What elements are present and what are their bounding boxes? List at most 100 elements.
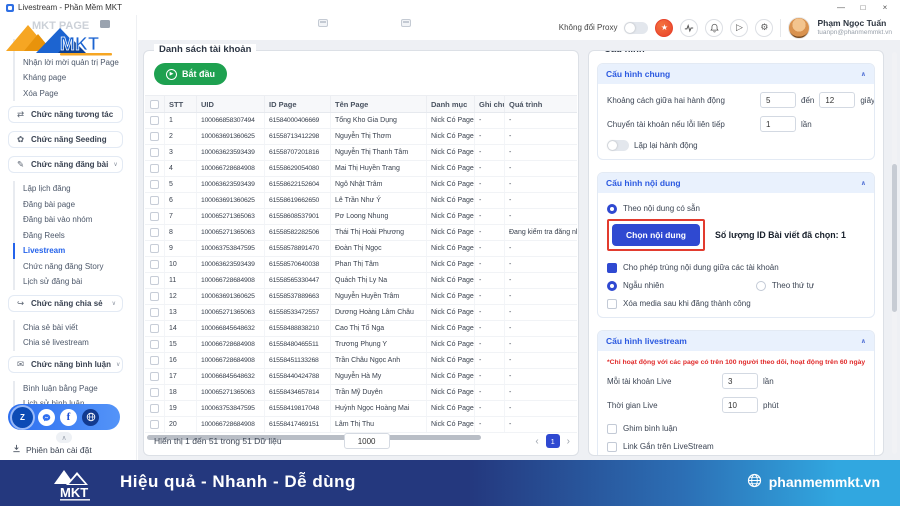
sidebar-item[interactable]: ⇄ Chức năng tương tác: [8, 106, 123, 123]
version-settings[interactable]: Phiên bản cài đặt: [12, 444, 92, 455]
sidebar-item[interactable]: Bình luận bằng Page: [0, 380, 131, 396]
cell-stt: 6: [165, 193, 197, 208]
mini-window-icon[interactable]: [318, 19, 328, 27]
cell-danh-muc: Nick Có Page: [427, 257, 475, 272]
gap-to-input[interactable]: 12: [819, 92, 856, 108]
cell-qua-trinh: -: [505, 353, 577, 368]
delete-media-checkbox[interactable]: [607, 298, 617, 309]
row-checkbox[interactable]: [150, 276, 159, 285]
row-checkbox[interactable]: [150, 372, 159, 381]
sidebar-item[interactable]: Chia sẻ bài viết: [0, 319, 131, 335]
row-checkbox[interactable]: [150, 340, 159, 349]
sidebar-item[interactable]: ↪ Chức năng chia sẻ ∨: [8, 294, 123, 312]
accounts-panel: Danh sách tài khoản ▶ Bắt đầu STT UID ID P…: [143, 44, 579, 456]
row-checkbox[interactable]: [150, 244, 159, 253]
livestream-option[interactable]: Ghim bình luận: [607, 421, 865, 436]
zalo-icon[interactable]: Z: [12, 406, 33, 428]
sidebar-item[interactable]: Đăng Reels: [0, 227, 131, 243]
sidebar-item[interactable]: Đăng bài page: [0, 196, 131, 212]
sidebar-item[interactable]: ✿ Chức năng Seeding: [8, 131, 123, 148]
row-checkbox[interactable]: [150, 324, 159, 333]
user-info[interactable]: Phạm Ngọc Tuấn tuanpn@phanmemmkt.vn: [817, 17, 892, 36]
row-checkbox[interactable]: [150, 228, 159, 237]
section-content-header[interactable]: Cấu hình nội dung ∧: [598, 173, 874, 193]
row-checkbox[interactable]: [150, 212, 159, 221]
row-checkbox[interactable]: [150, 260, 159, 269]
select-all-checkbox[interactable]: [150, 99, 159, 109]
order-radio[interactable]: [755, 280, 766, 291]
activity-icon[interactable]: [680, 18, 699, 37]
choose-content-button[interactable]: Chọn nội dung: [612, 224, 700, 246]
live-count-input[interactable]: 3: [722, 373, 758, 389]
vertical-scrollbar[interactable]: [892, 52, 897, 454]
row-checkbox[interactable]: [150, 148, 159, 157]
section-livestream-header[interactable]: Cấu hình livestream ∧: [598, 331, 874, 351]
allow-duplicate-checkbox[interactable]: [607, 262, 617, 273]
row-checkbox[interactable]: [150, 404, 159, 413]
sidebar-item[interactable]: Đăng bài vào nhóm: [0, 212, 131, 228]
cell-stt: 18: [165, 385, 197, 400]
row-checkbox[interactable]: [150, 180, 159, 189]
cell-danh-muc: Nick Có Page: [427, 305, 475, 320]
prev-page-button[interactable]: ‹: [535, 436, 538, 447]
row-checkbox[interactable]: [150, 196, 159, 205]
page-size-input[interactable]: [343, 433, 390, 449]
source-radio[interactable]: [607, 203, 617, 214]
section-general-header[interactable]: Cấu hình chung ∧: [598, 64, 874, 84]
sidebar-item[interactable]: Xóa Page: [0, 85, 131, 101]
sidebar-item[interactable]: Chia sẻ livestream: [0, 335, 131, 351]
sidebar-item[interactable]: Chức năng đăng Story: [0, 258, 131, 274]
cell-id-page: 61558451133268: [265, 353, 331, 368]
option-checkbox[interactable]: [607, 441, 617, 452]
livestream-note: *Chỉ hoạt động với các page có trên 100 …: [607, 359, 865, 366]
mini-window-icon[interactable]: [401, 19, 411, 27]
facebook-icon[interactable]: f: [60, 408, 77, 426]
row-checkbox[interactable]: [150, 388, 159, 397]
gear-icon[interactable]: ⚙: [755, 18, 774, 37]
minimize-button[interactable]: —: [830, 3, 852, 12]
sidebar-item[interactable]: Lịch sử đăng bài: [0, 274, 131, 290]
row-checkbox[interactable]: [150, 164, 159, 173]
bell-icon[interactable]: [705, 18, 724, 37]
globe-icon[interactable]: [82, 408, 99, 426]
column-header: ID Page: [265, 96, 331, 112]
sidebar-item[interactable]: Lập lịch đăng: [0, 181, 131, 197]
row-checkbox[interactable]: [150, 356, 159, 365]
sidebar-item[interactable]: ✎ Chức năng đăng bài ∨: [8, 156, 123, 173]
scrollbar-thumb[interactable]: [892, 164, 897, 312]
option-checkbox[interactable]: [607, 423, 617, 434]
row-checkbox[interactable]: [150, 292, 159, 301]
website-link[interactable]: phanmemmkt.vn: [747, 473, 880, 491]
cell-ghi-chu: -: [475, 241, 505, 256]
start-button[interactable]: ▶ Bắt đầu: [154, 63, 228, 85]
row-checkbox[interactable]: [150, 308, 159, 317]
sidebar-item[interactable]: ✉ Chức năng bình luận ∨: [8, 355, 123, 373]
row-checkbox[interactable]: [150, 132, 159, 141]
livestream-option[interactable]: Link Gắn trên LiveStream: [607, 439, 865, 454]
switch-on-error-input[interactable]: 1: [760, 116, 796, 132]
live-duration-input[interactable]: 10: [722, 397, 758, 413]
random-radio[interactable]: [607, 280, 617, 291]
star-icon[interactable]: ★: [655, 18, 674, 37]
messenger-icon[interactable]: [38, 408, 55, 426]
maximize-button[interactable]: □: [852, 3, 874, 12]
user-name: Phạm Ngọc Tuấn: [817, 17, 887, 28]
sidebar-item[interactable]: Kháng page: [0, 70, 131, 86]
close-button[interactable]: ×: [874, 3, 896, 12]
proxy-toggle[interactable]: [624, 21, 649, 34]
avatar[interactable]: [788, 16, 811, 39]
collapse-sidebar-button[interactable]: ∧: [56, 432, 72, 443]
next-page-button[interactable]: ›: [567, 436, 570, 447]
row-checkbox[interactable]: [150, 420, 159, 429]
section-livestream: Cấu hình livestream ∧ *Chỉ hoạt động với…: [597, 330, 875, 455]
indent-bar: [13, 258, 15, 274]
gap-from-input[interactable]: 5: [760, 92, 796, 108]
current-page-button[interactable]: 1: [545, 434, 560, 448]
sidebar-item[interactable]: Livestream: [0, 243, 131, 259]
repeat-action-toggle[interactable]: [607, 140, 629, 151]
row-checkbox[interactable]: [150, 116, 159, 125]
slogan: Hiệu quả - Nhanh - Dễ dùng: [120, 472, 356, 491]
cell-stt: 8: [165, 225, 197, 240]
cell-qua-trinh: -: [505, 209, 577, 224]
play-icon[interactable]: ▷: [730, 18, 749, 37]
